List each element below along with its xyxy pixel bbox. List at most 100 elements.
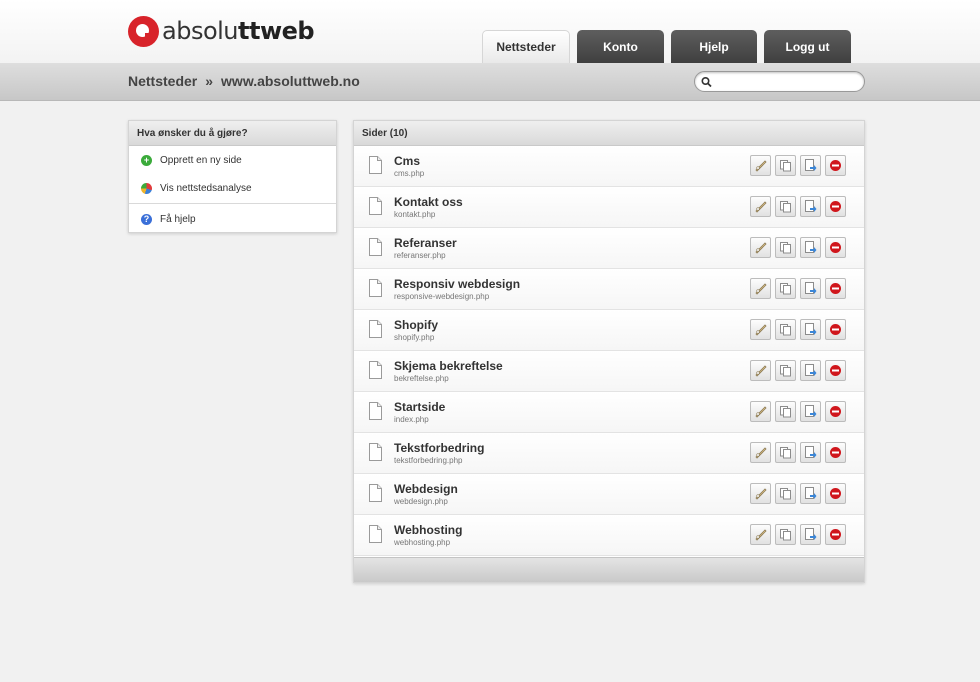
edit-page-button[interactable] xyxy=(800,483,821,504)
delete-page-button[interactable] xyxy=(825,483,846,504)
page-document-icon xyxy=(369,484,382,502)
copy-page-button[interactable] xyxy=(775,442,796,463)
page-filename: bekreftelse.php xyxy=(394,374,449,383)
delete-page-button[interactable] xyxy=(825,278,846,299)
page-actions xyxy=(750,155,846,176)
tab-logg-ut[interactable]: Logg ut xyxy=(764,30,851,63)
sidebar-item-help[interactable]: ? Få hjelp xyxy=(129,205,336,233)
page-title[interactable]: Webhosting xyxy=(394,523,462,537)
delete-icon xyxy=(830,406,841,417)
page-filename: tekstforbedring.php xyxy=(394,456,463,465)
page-title[interactable]: Responsiv webdesign xyxy=(394,277,520,291)
delete-icon xyxy=(830,283,841,294)
edit-settings-button[interactable] xyxy=(750,155,771,176)
sub-header: Nettsteder » www.absoluttweb.no xyxy=(0,63,980,101)
delete-page-button[interactable] xyxy=(825,401,846,422)
page-actions xyxy=(750,442,846,463)
delete-page-button[interactable] xyxy=(825,360,846,381)
copy-icon xyxy=(780,406,791,418)
tab-hjelp[interactable]: Hjelp xyxy=(671,30,757,63)
edit-settings-button[interactable] xyxy=(750,442,771,463)
copy-page-button[interactable] xyxy=(775,196,796,217)
page-filename: referanser.php xyxy=(394,251,446,260)
page-actions xyxy=(750,196,846,217)
sidebar-item-analytics[interactable]: Vis nettstedsanalyse xyxy=(129,174,336,202)
edit-settings-button[interactable] xyxy=(750,196,771,217)
copy-icon xyxy=(780,529,791,541)
copy-page-button[interactable] xyxy=(775,524,796,545)
copy-page-button[interactable] xyxy=(775,360,796,381)
page-filename: index.php xyxy=(394,415,429,424)
copy-page-button[interactable] xyxy=(775,155,796,176)
copy-page-button[interactable] xyxy=(775,278,796,299)
edit-page-button[interactable] xyxy=(800,278,821,299)
page-actions xyxy=(750,237,846,258)
delete-icon xyxy=(830,529,841,540)
delete-page-button[interactable] xyxy=(825,524,846,545)
tag-edit-icon xyxy=(755,283,767,295)
delete-icon xyxy=(830,201,841,212)
brand-logo[interactable]: absoluttweb xyxy=(128,14,315,48)
edit-settings-button[interactable] xyxy=(750,360,771,381)
page-filename: responsive-webdesign.php xyxy=(394,292,490,301)
tag-edit-icon xyxy=(755,324,767,336)
delete-page-button[interactable] xyxy=(825,196,846,217)
copy-page-button[interactable] xyxy=(775,319,796,340)
page-title[interactable]: Startside xyxy=(394,400,445,414)
page-title[interactable]: Skjema bekreftelse xyxy=(394,359,503,373)
sidebar-item-label: Vis nettstedsanalyse xyxy=(160,182,252,194)
copy-page-button[interactable] xyxy=(775,483,796,504)
page-edit-icon xyxy=(805,200,817,212)
edit-page-button[interactable] xyxy=(800,524,821,545)
edit-settings-button[interactable] xyxy=(750,401,771,422)
edit-settings-button[interactable] xyxy=(750,524,771,545)
delete-page-button[interactable] xyxy=(825,237,846,258)
edit-settings-button[interactable] xyxy=(750,483,771,504)
page-title[interactable]: Webdesign xyxy=(394,482,458,496)
tab-konto[interactable]: Konto xyxy=(577,30,664,63)
edit-settings-button[interactable] xyxy=(750,237,771,258)
edit-page-button[interactable] xyxy=(800,155,821,176)
page-actions xyxy=(750,278,846,299)
page-title[interactable]: Cms xyxy=(394,154,420,168)
main-tabs: Nettsteder Konto Hjelp Logg ut xyxy=(482,30,858,63)
edit-page-button[interactable] xyxy=(800,196,821,217)
edit-page-button[interactable] xyxy=(800,360,821,381)
edit-page-button[interactable] xyxy=(800,401,821,422)
page-document-icon xyxy=(369,156,382,174)
tab-nettsteder[interactable]: Nettsteder xyxy=(482,30,570,63)
page-title[interactable]: Kontakt oss xyxy=(394,195,463,209)
search-input[interactable] xyxy=(712,74,857,89)
breadcrumb-root[interactable]: Nettsteder xyxy=(128,73,197,89)
edit-page-button[interactable] xyxy=(800,237,821,258)
page-row: Responsiv webdesign responsive-webdesign… xyxy=(354,269,864,310)
edit-settings-button[interactable] xyxy=(750,319,771,340)
edit-page-button[interactable] xyxy=(800,319,821,340)
page-document-icon xyxy=(369,443,382,461)
sidebar-item-create-page[interactable]: + Opprett en ny side xyxy=(129,146,336,174)
edit-page-button[interactable] xyxy=(800,442,821,463)
search-box[interactable] xyxy=(694,71,865,92)
page-row: Referanser referanser.php xyxy=(354,228,864,269)
copy-page-button[interactable] xyxy=(775,401,796,422)
page-row: Shopify shopify.php xyxy=(354,310,864,351)
actions-panel-title: Hva ønsker du å gjøre? xyxy=(129,121,336,146)
page-row: Cms cms.php xyxy=(354,146,864,187)
copy-icon xyxy=(780,488,791,500)
delete-icon xyxy=(830,242,841,253)
delete-icon xyxy=(830,447,841,458)
delete-page-button[interactable] xyxy=(825,319,846,340)
page-title[interactable]: Tekstforbedring xyxy=(394,441,484,455)
copy-page-button[interactable] xyxy=(775,237,796,258)
edit-settings-button[interactable] xyxy=(750,278,771,299)
delete-page-button[interactable] xyxy=(825,442,846,463)
page-title[interactable]: Referanser xyxy=(394,236,457,250)
copy-icon xyxy=(780,324,791,336)
page-row: Startside index.php xyxy=(354,392,864,433)
delete-page-button[interactable] xyxy=(825,155,846,176)
page-title[interactable]: Shopify xyxy=(394,318,438,332)
page-actions xyxy=(750,360,846,381)
logo-text: absoluttweb xyxy=(162,17,315,45)
page-actions xyxy=(750,524,846,545)
page-filename: kontakt.php xyxy=(394,210,436,219)
